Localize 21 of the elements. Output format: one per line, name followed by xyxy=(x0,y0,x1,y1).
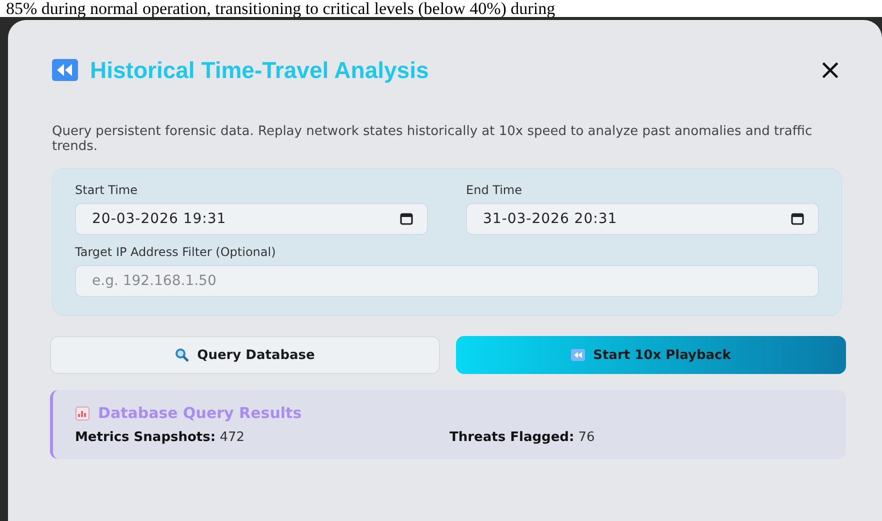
background-text: 85% during normal operation, transitioning to critical levels (below 40%) during xyxy=(5,0,556,17)
datetime-field[interactable]: 20-03-2026 19:31 xyxy=(75,203,428,235)
datetime-field[interactable]: 31-03-2026 20:31 xyxy=(466,203,819,235)
result-stat: Metrics Snapshots: 472 xyxy=(75,430,246,445)
calendar-icon xyxy=(400,213,413,225)
ip-filter-field[interactable]: e.g. 192.168.1.50 xyxy=(75,265,819,297)
playback-button[interactable]: Start 10x Playback xyxy=(456,336,846,374)
field-label: End Time xyxy=(466,183,523,197)
query-button[interactable]: Query Database xyxy=(50,336,440,374)
rewind-icon xyxy=(52,59,78,81)
close-button[interactable]: × xyxy=(814,56,846,84)
search-icon xyxy=(175,348,190,362)
dialog-description: Query persistent forensic data. Replay network states historically at 10x speed to analyze past anomalies and traffic trends. xyxy=(52,124,814,154)
field-label: Target IP Address Filter (Optional) xyxy=(75,245,277,259)
result-stat: Threats Flagged: 76 xyxy=(450,430,596,445)
bar-chart-icon xyxy=(75,406,90,420)
field-label: Start Time xyxy=(75,183,138,197)
dialog-title: Historical Time-Travel Analysis xyxy=(90,56,429,84)
results-title: Database Query Results xyxy=(98,404,302,422)
calendar-icon xyxy=(791,213,804,225)
rewind-icon xyxy=(571,349,586,361)
